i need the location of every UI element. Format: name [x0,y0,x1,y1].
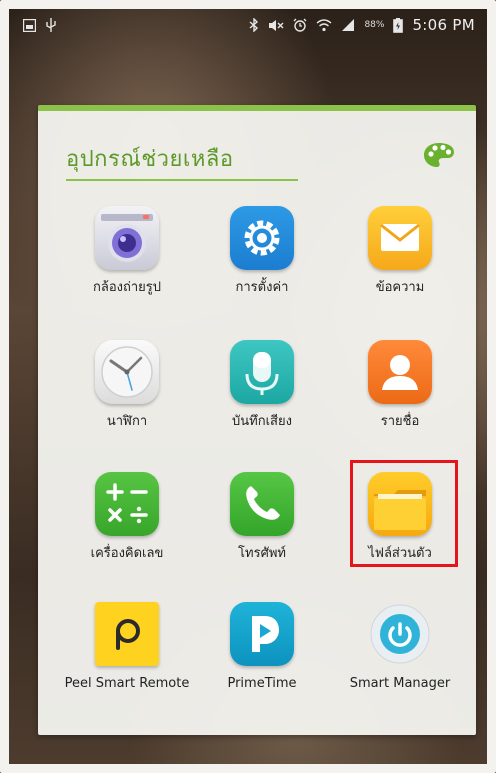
mute-icon [268,19,284,32]
battery-icon [393,17,404,33]
calculator-icon [95,472,159,536]
gallery-icon [23,18,36,32]
app-label-smart-manager: Smart Manager [349,676,451,691]
app-label-primetime: PrimeTime [227,676,297,691]
phone-screen: 88% 5:06 PM อุปกรณ์ช่วยเหลือ กล้องถ่ายรู… [0,0,496,773]
folder-header: อุปกรณ์ช่วยเหลือ [66,141,456,181]
app-voice-recorder[interactable]: บันทึกเสียง [197,340,327,450]
usb-icon [45,18,57,32]
smart-manager-icon [368,602,432,666]
palette-icon[interactable] [422,141,456,169]
clock-icon [95,340,159,404]
app-label-voice-recorder: บันทึกเสียง [232,414,292,429]
app-camera[interactable]: กล้องถ่ายรูป [62,206,192,316]
settings-icon [230,206,294,270]
folder-title[interactable]: อุปกรณ์ช่วยเหลือ [66,141,234,176]
app-label-clock: นาฬิกา [106,414,148,429]
status-bar: 88% 5:06 PM [9,9,487,41]
peel-remote-icon [95,602,159,666]
app-label-calculator: เครื่องคิดเลข [90,546,164,561]
battery-percent: 88% [364,20,385,30]
app-label-camera: กล้องถ่ายรูป [92,280,161,295]
app-contacts[interactable]: รายชื่อ [335,340,465,450]
app-label-messages: ข้อความ [375,280,425,295]
app-label-contacts: รายชื่อ [380,414,420,429]
app-calculator[interactable]: เครื่องคิดเลข [62,472,192,582]
folder-title-underline [66,179,298,181]
clock-time: 5:06 PM [412,16,475,34]
camera-icon [95,206,159,270]
app-primetime[interactable]: PrimeTime [197,602,327,712]
app-phone[interactable]: โทรศัพท์ [197,472,327,582]
messages-icon [368,206,432,270]
alarm-icon [293,18,307,32]
bluetooth-icon [249,18,259,32]
app-peel-smart-remote[interactable]: Peel Smart Remote [62,602,192,712]
voice-recorder-icon [230,340,294,404]
wifi-icon [316,18,332,32]
signal-icon [341,18,355,32]
primetime-icon [230,602,294,666]
app-label-peel-smart-remote: Peel Smart Remote [64,676,190,691]
app-label-settings: การตั้งค่า [235,280,289,295]
app-smart-manager[interactable]: Smart Manager [335,602,465,712]
phone-icon [230,472,294,536]
contacts-icon [368,340,432,404]
app-label-phone: โทรศัพท์ [238,546,286,561]
app-settings[interactable]: การตั้งค่า [197,206,327,316]
app-messages[interactable]: ข้อความ [335,206,465,316]
app-clock[interactable]: นาฬิกา [62,340,192,450]
highlight-box [350,460,458,567]
